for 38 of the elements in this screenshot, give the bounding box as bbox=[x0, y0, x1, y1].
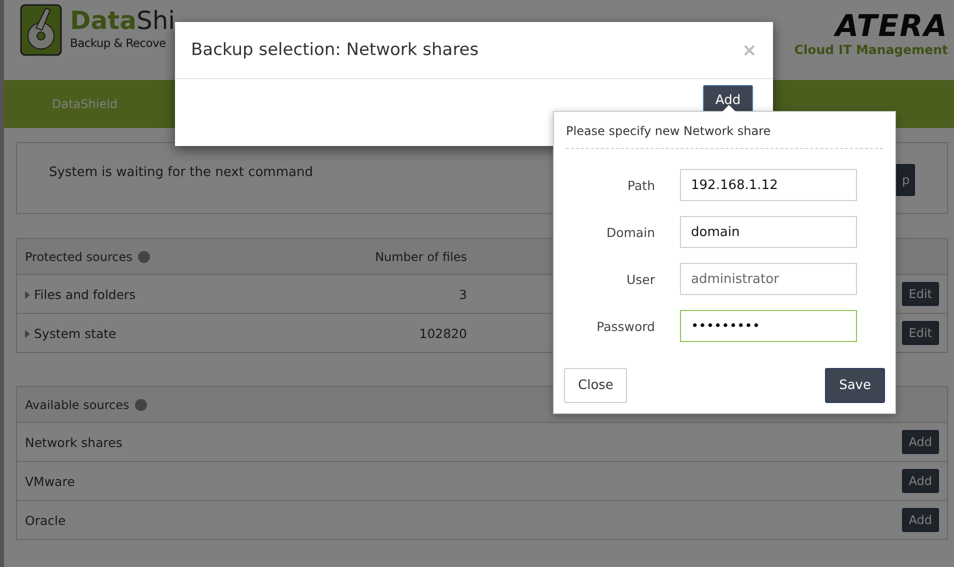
brand-name: DataShi bbox=[70, 6, 176, 36]
field-label: User bbox=[626, 272, 655, 286]
edit-button[interactable]: Edit bbox=[902, 282, 939, 306]
input-field[interactable]: 192.168.1.12 bbox=[680, 169, 857, 201]
input-field[interactable]: ••••••••• bbox=[680, 310, 857, 342]
input-field[interactable]: administrator bbox=[680, 263, 857, 295]
input-field[interactable]: domain bbox=[680, 216, 857, 248]
partner-tagline: Cloud IT Management bbox=[794, 42, 948, 57]
help-icon[interactable] bbox=[138, 251, 150, 264]
table-cell: 102820 bbox=[367, 314, 475, 352]
table-cell[interactable]: Files and folders bbox=[16, 274, 368, 314]
logo-icon bbox=[20, 4, 62, 56]
add-button[interactable]: Add bbox=[902, 508, 939, 532]
table-cell[interactable]: System state bbox=[16, 314, 368, 352]
save-button[interactable]: Save bbox=[825, 368, 885, 403]
field-label: Domain bbox=[605, 224, 655, 240]
expand-icon[interactable] bbox=[25, 291, 30, 300]
partner-logo: ATERA bbox=[832, 12, 948, 42]
source-name: System state bbox=[34, 326, 116, 340]
expand-icon[interactable] bbox=[25, 330, 30, 338]
add-button[interactable]: Add bbox=[902, 430, 939, 454]
help-icon[interactable] bbox=[135, 399, 148, 412]
table-cell: 3 bbox=[367, 274, 475, 314]
popover-title: Please specify new Network share bbox=[566, 124, 883, 149]
brand-tagline: Backup & Recove bbox=[70, 36, 167, 50]
add-button[interactable]: Add bbox=[902, 469, 939, 493]
close-button[interactable]: Close bbox=[564, 368, 628, 403]
edit-button[interactable]: Edit bbox=[902, 321, 939, 345]
source-name: Files and folders bbox=[34, 286, 136, 302]
table-cell: VMware bbox=[16, 462, 894, 500]
field-label: Path bbox=[626, 178, 655, 192]
column-header: Number of files bbox=[367, 238, 475, 274]
field-label: Password bbox=[596, 318, 655, 334]
modal-title: Backup selection: Network shares bbox=[191, 40, 479, 60]
status-message: System is waiting for the next command bbox=[49, 165, 313, 180]
column-header: Protected sources bbox=[16, 238, 368, 274]
table-cell: Oracle bbox=[16, 500, 894, 540]
table-cell: Network shares bbox=[16, 422, 894, 462]
